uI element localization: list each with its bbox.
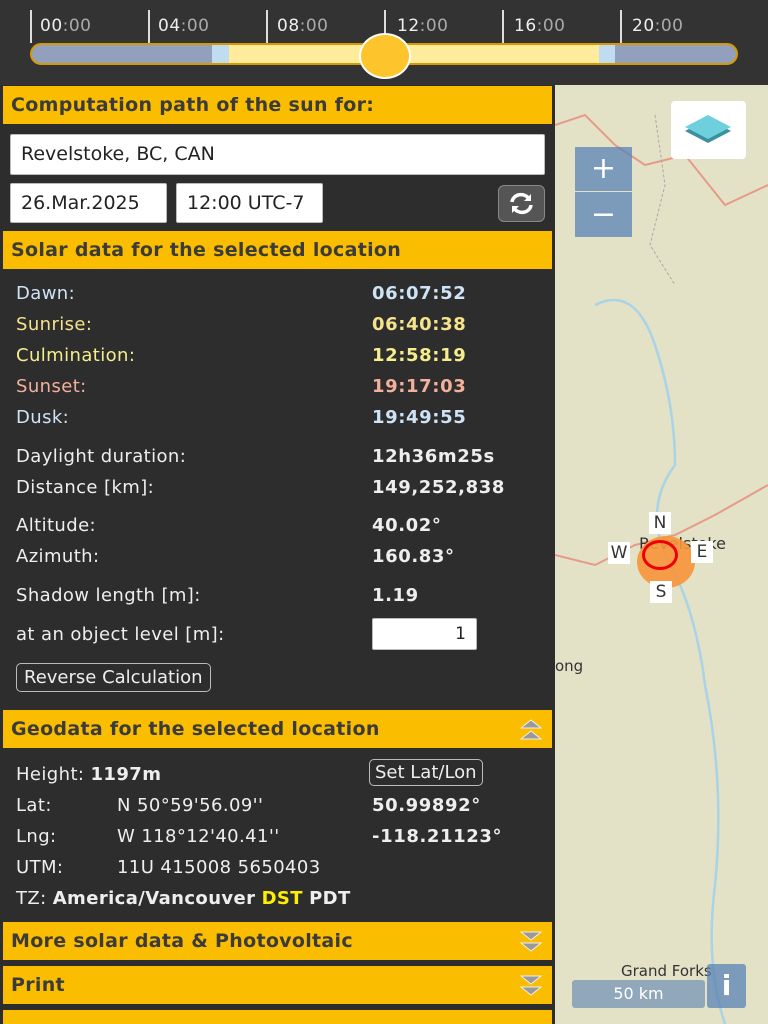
map[interactable]: + − Revelstoke ong Grand Forks N S W E 5… (555, 85, 768, 1024)
height-row: Height: 1197m (16, 764, 162, 785)
shadow-value: 1.19 (372, 585, 419, 606)
altitude-label: Altitude: (16, 515, 97, 536)
distance-label: Distance [km]: (16, 477, 155, 498)
place-label: ong (555, 657, 584, 675)
tick (502, 10, 504, 43)
location-marker[interactable] (642, 540, 678, 570)
timezone-row: TZ: America/Vancouver DST PDT (16, 888, 351, 909)
sunrise-value: 06:40:38 (372, 314, 467, 335)
sunrise-label: Sunrise: (16, 314, 93, 335)
tick-label: 20:00 (632, 16, 684, 36)
tick-label: 00:00 (40, 16, 92, 36)
altitude-value: 40.02° (372, 515, 442, 536)
set-lat-lon-button[interactable]: Set Lat/Lon (369, 759, 483, 786)
lat-label: Lat: (16, 795, 52, 816)
expand-icon[interactable] (520, 930, 542, 954)
geodata-header[interactable]: Geodata for the selected location (3, 710, 552, 748)
culmination-label: Culmination: (16, 345, 136, 366)
layers-icon (685, 115, 731, 143)
tick-label: 08:00 (277, 16, 329, 36)
tick (30, 10, 32, 43)
lng-dms: W 118°12'40.41'' (117, 826, 280, 847)
shadow-label: Shadow length [m]: (16, 585, 201, 606)
expand-icon[interactable] (520, 974, 542, 998)
compass-east: E (691, 541, 713, 563)
distance-value: 149,252,838 (372, 477, 505, 498)
tick-label: 04:00 (158, 16, 210, 36)
lng-label: Lng: (16, 826, 57, 847)
object-level-input[interactable]: 1 (372, 618, 477, 650)
utm-value: 11U 415008 5650403 (117, 857, 321, 878)
collapse-icon[interactable] (520, 718, 542, 742)
place-label: Grand Forks (621, 962, 712, 980)
tick-label: 12:00 (397, 16, 449, 36)
dusk-value: 19:49:55 (372, 407, 467, 428)
print-header[interactable]: Print (3, 966, 552, 1004)
culmination-value: 12:58:19 (372, 345, 467, 366)
location-input[interactable]: Revelstoke, BC, CAN (10, 134, 545, 175)
sunset-value: 19:17:03 (372, 376, 467, 397)
tick-label: 16:00 (514, 16, 566, 36)
lat-dms: N 50°59'56.09'' (117, 795, 264, 816)
zoom-out-button[interactable]: − (575, 192, 632, 237)
compass-north: N (649, 512, 671, 534)
layers-button[interactable] (671, 101, 746, 159)
reverse-calculation-button[interactable]: Reverse Calculation (16, 663, 211, 692)
timeline-bar: 00:00 04:00 08:00 12:00 16:00 20:00 (0, 0, 768, 85)
sunset-label: Sunset: (16, 376, 87, 397)
lng-decimal: -118.21123° (372, 826, 503, 847)
tick (266, 10, 268, 43)
lat-decimal: 50.99892° (372, 795, 481, 816)
info-button[interactable]: i (707, 964, 746, 1008)
dawn-label: Dawn: (16, 283, 76, 304)
computation-header: Computation path of the sun for: (3, 86, 552, 124)
more-solar-data-header[interactable]: More solar data & Photovoltaic (3, 922, 552, 960)
scale-bar: 50 km (572, 980, 705, 1008)
azimuth-value: 160.83° (372, 546, 455, 567)
daylight-value: 12h36m25s (372, 446, 495, 467)
azimuth-label: Azimuth: (16, 546, 100, 567)
time-slider-handle[interactable] (359, 33, 411, 79)
compass-west: W (608, 542, 630, 564)
collapsed-section-header[interactable] (3, 1010, 552, 1024)
daylight-segment (229, 45, 599, 63)
refresh-button[interactable] (498, 185, 545, 222)
refresh-icon (510, 192, 533, 215)
daylight-label: Daylight duration: (16, 446, 187, 467)
side-panel: Computation path of the sun for: Revelst… (0, 85, 555, 1024)
dusk-label: Dusk: (16, 407, 70, 428)
tick (620, 10, 622, 43)
dusk-segment (599, 45, 615, 63)
tick (148, 10, 150, 43)
zoom-in-button[interactable]: + (575, 147, 632, 191)
date-input[interactable]: 26.Mar.2025 (10, 183, 167, 223)
time-input[interactable]: 12:00 UTC-7 (176, 183, 323, 223)
dawn-segment (212, 45, 229, 63)
utm-label: UTM: (16, 857, 64, 878)
dawn-value: 06:07:52 (372, 283, 467, 304)
compass-south: S (650, 581, 672, 603)
solar-data-header: Solar data for the selected location (3, 231, 552, 269)
object-level-label: at an object level [m]: (16, 624, 225, 645)
